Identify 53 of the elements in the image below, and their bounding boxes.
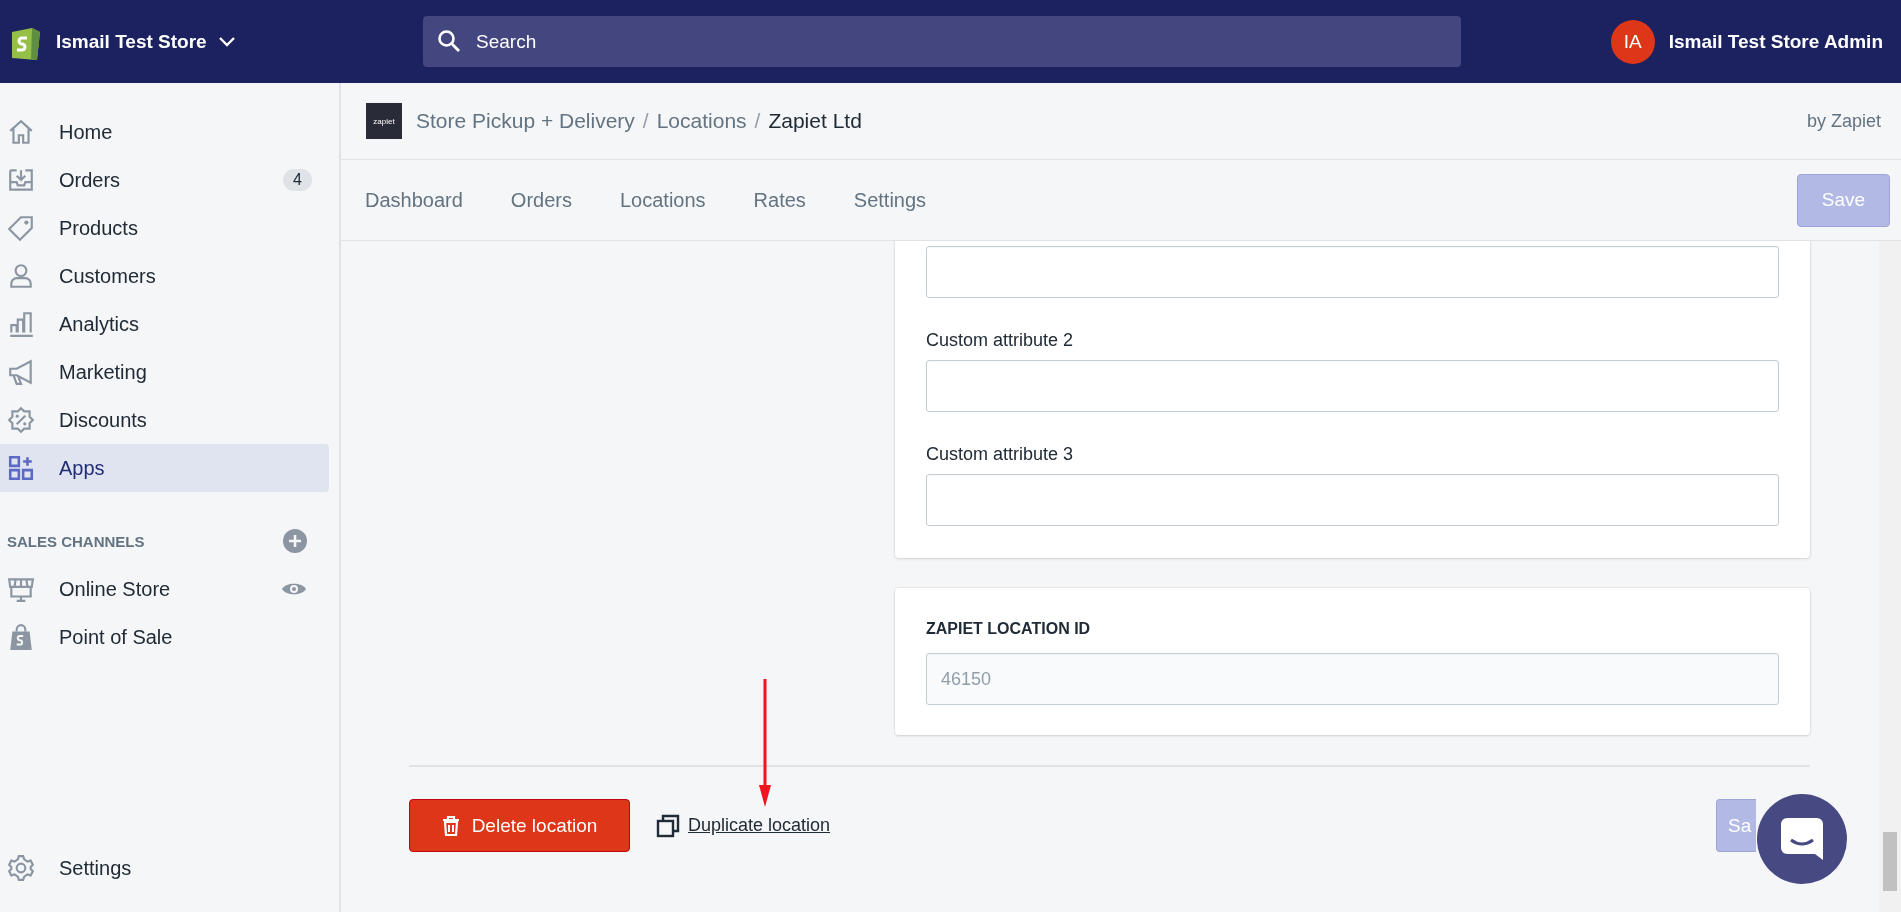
breadcrumb-link[interactable]: Store Pickup + Delivery (416, 109, 635, 133)
sidebar-item[interactable]: Customers (0, 252, 329, 300)
inbox-icon (7, 166, 35, 194)
chat-icon (1779, 816, 1825, 862)
sidebar-item[interactable]: Apps (0, 444, 329, 492)
count-badge: 4 (283, 169, 312, 191)
field-label: Custom attribute 3 (926, 443, 1075, 466)
breadcrumb-separator: / (642, 109, 649, 133)
settings-icon (7, 854, 35, 882)
sidebar-item[interactable]: Orders 4 (0, 156, 329, 204)
app-logo: zapiet (366, 103, 402, 139)
duplicate-link[interactable]: Duplicate location (688, 815, 831, 836)
input-field[interactable] (926, 474, 1779, 526)
input-field[interactable] (926, 360, 1779, 412)
nav-tab[interactable]: Dashboard (353, 170, 499, 230)
nav-tab[interactable]: Settings (841, 170, 963, 230)
tag-icon (7, 214, 35, 242)
shopping-bag-icon (7, 623, 35, 651)
user-avatar[interactable]: IA (1610, 19, 1655, 64)
field-label: Custom attribute 2 (926, 329, 1075, 352)
nav-tab[interactable]: Locations (607, 170, 742, 230)
sidebar-item[interactable]: Discounts (0, 396, 329, 444)
sidebar-item[interactable]: Home (0, 108, 329, 156)
add-icon[interactable] (283, 529, 307, 553)
store-name[interactable]: Ismail Test Store (56, 30, 207, 53)
percent-badge-icon (7, 406, 35, 434)
bar-chart-icon (7, 310, 35, 338)
delete-button[interactable]: Delete location (409, 799, 630, 852)
sidebar-item[interactable]: Settings (0, 844, 329, 892)
trash-icon (441, 815, 460, 836)
scrollbar[interactable] (1879, 241, 1901, 912)
grid-plus-icon (7, 454, 35, 482)
breadcrumb-link[interactable]: Locations (656, 109, 747, 133)
megaphone-icon (7, 358, 35, 386)
storefront-icon (7, 575, 35, 603)
sidebar-item[interactable]: Marketing (0, 348, 329, 396)
chevron-down-icon[interactable] (218, 36, 235, 47)
duplicate-icon[interactable] (656, 813, 680, 838)
breadcrumb-separator: / (754, 109, 761, 133)
nav-tab[interactable]: Rates (741, 170, 842, 230)
user-name[interactable]: Ismail Test Store Admin (1668, 30, 1883, 53)
card-title: ZAPIET LOCATION ID (926, 619, 1092, 639)
section-heading: SALES CHANNELS (7, 532, 145, 550)
sidebar-item[interactable]: Products (0, 204, 329, 252)
home-icon (7, 118, 35, 146)
sidebar-item[interactable]: Online Store (0, 565, 329, 613)
sidebar-item[interactable]: Analytics (0, 300, 329, 348)
input-field[interactable] (926, 246, 1779, 298)
nav-tab[interactable]: Orders (498, 170, 608, 230)
developer-credit: by Zapiet (1806, 110, 1881, 132)
search-field[interactable]: Search (423, 16, 1461, 67)
person-icon (7, 262, 35, 290)
sidebar-item[interactable]: Point of Sale (0, 613, 329, 661)
